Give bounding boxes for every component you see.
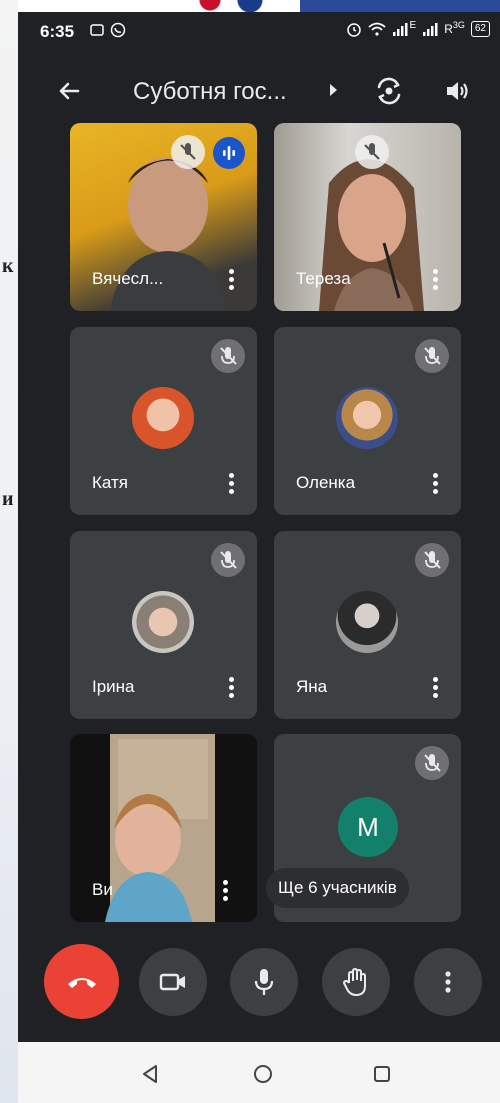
page-decoration bbox=[170, 0, 290, 12]
page-text-fragment: и bbox=[2, 488, 14, 510]
network-label: E bbox=[409, 19, 417, 31]
muted-icon bbox=[171, 135, 205, 169]
wifi-icon bbox=[367, 22, 386, 36]
participant-name: Ірина bbox=[92, 677, 135, 696]
page-background: к и bbox=[0, 0, 18, 1103]
more-vert-icon[interactable] bbox=[433, 269, 439, 291]
battery-icon: 62 bbox=[470, 21, 490, 37]
participant-tile[interactable]: Яна bbox=[274, 531, 461, 719]
participant-name: Вячесл... bbox=[92, 269, 164, 288]
microphone-icon bbox=[254, 969, 274, 995]
more-vert-icon[interactable] bbox=[229, 269, 235, 291]
participant-name: Катя bbox=[92, 473, 128, 492]
page-decoration bbox=[300, 0, 500, 12]
participant-tile[interactable]: Вячесл... bbox=[70, 123, 257, 311]
avatar bbox=[132, 387, 194, 449]
avatar bbox=[336, 591, 398, 653]
status-right-icons: E R 3G 62 bbox=[346, 19, 490, 37]
speaker-icon[interactable] bbox=[443, 77, 471, 105]
speaking-indicator-icon bbox=[213, 137, 245, 169]
call-controls bbox=[18, 944, 500, 1022]
whatsapp-icon bbox=[111, 22, 126, 38]
more-participants-button[interactable]: Ще 6 учасників bbox=[266, 868, 409, 908]
more-options-button[interactable] bbox=[414, 948, 482, 1016]
microphone-button[interactable] bbox=[230, 948, 298, 1016]
avatar bbox=[132, 591, 194, 653]
avatar bbox=[336, 387, 398, 449]
muted-icon bbox=[355, 135, 389, 169]
meeting-title[interactable]: Суботня гос... bbox=[133, 78, 287, 106]
muted-mic-icon bbox=[415, 339, 449, 373]
camera-button[interactable] bbox=[139, 948, 207, 1016]
network-label: 3G bbox=[452, 20, 465, 30]
letter-avatar: М bbox=[338, 797, 398, 857]
status-time: 6:35 bbox=[40, 22, 75, 41]
more-vert-icon[interactable] bbox=[433, 473, 439, 495]
self-video-tile[interactable]: Ви bbox=[70, 734, 257, 922]
participant-tile[interactable]: Катя bbox=[70, 327, 257, 515]
more-vert-icon[interactable] bbox=[229, 473, 235, 495]
back-arrow-icon[interactable] bbox=[54, 76, 84, 106]
phone-hangup-icon bbox=[67, 977, 96, 988]
participant-name: Ви bbox=[92, 880, 113, 899]
system-nav-bar bbox=[18, 1042, 500, 1103]
participant-name: Оленка bbox=[296, 473, 356, 492]
caret-right-icon[interactable] bbox=[330, 84, 337, 96]
raise-hand-button[interactable] bbox=[322, 948, 390, 1016]
switch-camera-icon[interactable] bbox=[373, 75, 405, 107]
participant-tile[interactable]: Тереза bbox=[274, 123, 461, 311]
nav-recent-apps-icon[interactable] bbox=[370, 1062, 394, 1086]
end-call-button[interactable] bbox=[44, 944, 119, 1019]
hand-icon bbox=[343, 968, 366, 996]
more-vert-icon bbox=[445, 971, 451, 993]
page-text-fragment: к bbox=[2, 255, 14, 277]
participant-tile[interactable]: Оленка bbox=[274, 327, 461, 515]
participant-name: Тереза bbox=[296, 269, 351, 288]
alarm-icon bbox=[346, 23, 361, 37]
video-camera-icon bbox=[159, 973, 185, 991]
signal-icon bbox=[392, 23, 408, 36]
participant-name: Яна bbox=[296, 677, 328, 696]
status-bar: 6:35 E R 3G 62 bbox=[18, 12, 500, 50]
muted-mic-icon bbox=[211, 339, 245, 373]
network-label: R bbox=[444, 22, 453, 36]
muted-mic-icon bbox=[415, 543, 449, 577]
meet-call-screen: 6:35 E R 3G 62 Суботня гос... Вячесл... … bbox=[18, 12, 500, 1103]
nav-back-icon[interactable] bbox=[138, 1062, 162, 1086]
muted-mic-icon bbox=[211, 543, 245, 577]
more-vert-icon[interactable] bbox=[433, 677, 439, 699]
nav-home-icon[interactable] bbox=[251, 1062, 275, 1086]
cast-icon bbox=[90, 24, 104, 36]
more-vert-icon[interactable] bbox=[229, 677, 235, 699]
participant-tile[interactable]: Ірина bbox=[70, 531, 257, 719]
more-vert-icon[interactable] bbox=[223, 880, 229, 902]
muted-mic-icon bbox=[415, 746, 449, 780]
call-header: Суботня гос... bbox=[18, 62, 500, 122]
status-left-icons bbox=[90, 21, 126, 39]
signal-roaming-icon bbox=[423, 23, 438, 36]
